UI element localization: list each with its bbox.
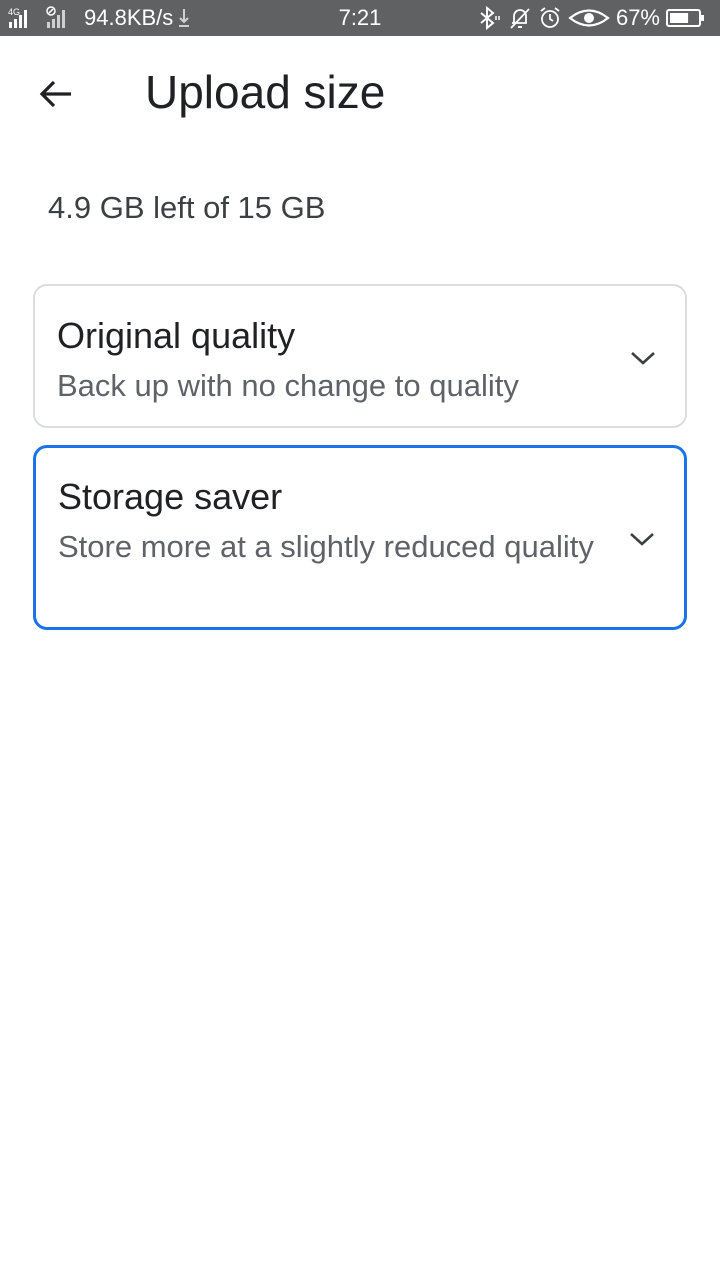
option-title: Storage saver [58,476,283,517]
signal-4g-icon: 4G [8,6,42,30]
battery-icon [666,7,706,29]
storage-summary: 4.9 GB left of 15 GB [48,190,326,225]
page-title: Upload size [145,66,386,118]
download-icon [177,6,191,30]
option-title: Original quality [57,315,296,356]
back-button[interactable] [28,68,84,124]
bluetooth-icon [476,5,502,31]
chevron-down-icon[interactable] [629,344,657,372]
app-bar: Upload size [0,36,720,148]
mute-icon [508,5,532,31]
signal-2-icon [46,6,76,30]
option-storage-saver[interactable]: Storage saver Store more at a slightly r… [33,445,687,630]
battery-percent-text: 67% [615,5,660,30]
network-type-label: 4G [8,7,20,17]
eye-icon [568,5,610,31]
chevron-down-icon[interactable] [628,525,656,553]
option-original-quality[interactable]: Original quality Back up with no change … [33,284,687,428]
clock-text: 7:21 [338,5,382,30]
battery-fill [670,13,689,23]
status-bar-left: 4G 94.8KB/s [8,0,191,36]
net-speed-text: 94.8KB/s [84,5,174,30]
option-subtitle: Back up with no change to quality [57,368,519,403]
status-bar: 4G 94.8KB/s 7:21 67% [0,0,720,36]
status-bar-right: 67% [476,0,706,36]
option-subtitle: Store more at a slightly reduced quality [58,529,594,564]
alarm-icon [538,5,562,31]
arrow-back-icon [38,76,74,117]
